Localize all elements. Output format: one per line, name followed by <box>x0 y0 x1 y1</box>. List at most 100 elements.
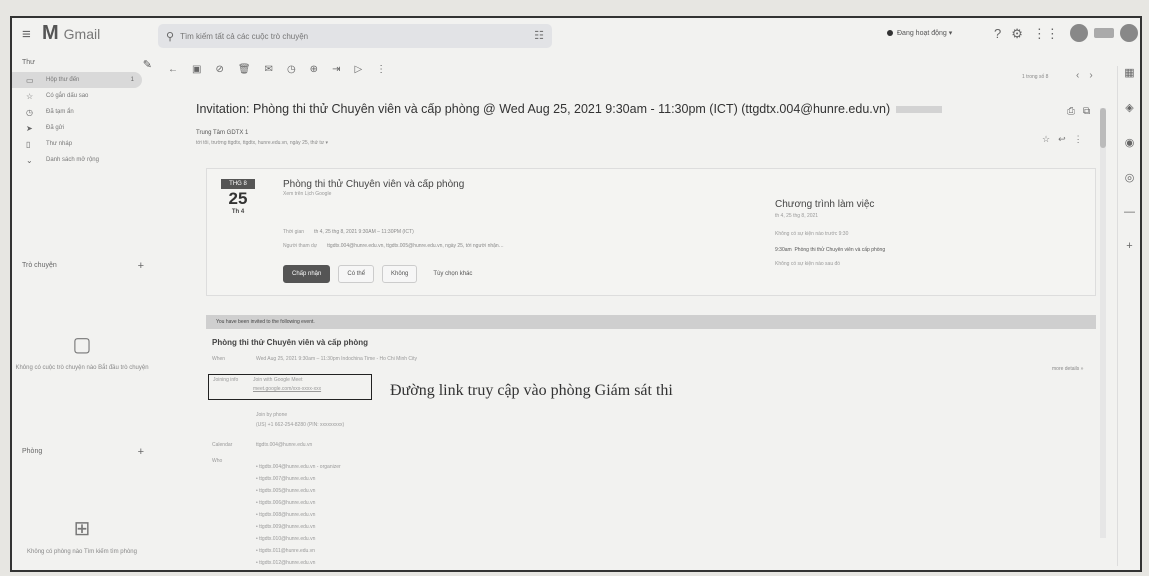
apps-icon[interactable]: ⋮⋮ <box>1033 26 1059 42</box>
draft-icon: ▯ <box>26 139 31 149</box>
guest-item[interactable]: • ttgdtx.006@hunre.edu.vn <box>256 500 315 506</box>
compose-icon[interactable]: ✎ <box>143 56 152 74</box>
rooms-section-header[interactable]: Phòng + <box>12 446 162 464</box>
guest-item[interactable]: • ttgdtx.007@hunre.edu.vn <box>256 476 315 482</box>
help-icon[interactable]: ? <box>994 26 1001 42</box>
calendar-icon[interactable]: ▦ <box>1118 66 1140 79</box>
scrollbar[interactable] <box>1100 108 1106 538</box>
tasks-icon[interactable]: ◉ <box>1118 136 1140 149</box>
guest-item[interactable]: • ttgdtx.009@hunre.edu.vn <box>256 524 315 530</box>
decline-button[interactable]: Không <box>382 265 418 283</box>
chat-section-header[interactable]: Trò chuyện + <box>12 260 162 278</box>
move-to-icon[interactable]: ⇥ <box>332 64 340 75</box>
recipients-line[interactable]: tới tôi, trường ttgdtx, ttgdtx, hunre.ed… <box>196 140 328 146</box>
inbox-label-badge[interactable] <box>896 106 943 114</box>
search-input[interactable] <box>180 31 521 41</box>
status-selector[interactable]: Đang hoạt động ▾ <box>887 29 952 37</box>
add-addon-icon[interactable]: + <box>1118 240 1140 252</box>
more-details-link[interactable]: more details » <box>1052 366 1083 372</box>
scrollbar-thumb[interactable] <box>1100 108 1106 148</box>
search-bar[interactable]: ⚲ ☷ <box>158 24 552 48</box>
header-icons: ? ⚙ ⋮⋮ <box>994 26 1059 42</box>
label-icon[interactable]: ▷ <box>354 64 362 75</box>
chat-section-label: Trò chuyện <box>22 262 57 269</box>
join-by-phone-label: Join by phone <box>256 412 288 418</box>
new-window-icon[interactable]: ⧉ <box>1083 106 1098 117</box>
more-options-button[interactable]: Tùy chọn khác <box>425 266 480 282</box>
divider-icon: — <box>1124 206 1135 218</box>
invitation-when: When Wed Aug 25, 2021 9:30am – 11:30pm I… <box>212 356 417 362</box>
sender-name[interactable]: Trung Tâm GDTX 1 <box>196 130 248 136</box>
gmail-window: ≡ M Gmail ⚲ ☷ Đang hoạt động ▾ ? ⚙ ⋮⋮ Th… <box>10 16 1142 572</box>
gmail-logo[interactable]: M Gmail <box>42 22 100 45</box>
archive-icon[interactable]: ▣ <box>192 64 201 75</box>
more-vert-icon[interactable]: ⋮ <box>1074 134 1091 144</box>
guests-label: Người tham dự <box>283 243 318 249</box>
account-avatar[interactable] <box>1070 24 1088 42</box>
reply-icon[interactable]: ↩ <box>1058 134 1074 144</box>
sidebar-item-starred[interactable]: ☆ Có gắn dấu sao <box>12 88 162 104</box>
sidebar-item-drafts[interactable]: ▯ Thư nháp <box>12 136 162 152</box>
date-badge-month: THG 8 <box>221 179 255 189</box>
side-panel-rail: ▦ ◈ ◉ ◎ — + <box>1117 66 1140 566</box>
settings-icon[interactable]: ⚙ <box>1011 26 1023 42</box>
mark-unread-icon[interactable]: ✉ <box>265 64 273 75</box>
phone-number[interactable]: (US) +1 662-254-8280 (PIN: xxxxxxxxx) <box>256 422 344 428</box>
rooms-section-label: Phòng <box>22 448 43 455</box>
guest-item[interactable]: • ttgdtx.010@hunre.edu.vn <box>256 536 315 542</box>
report-spam-icon[interactable]: ⊘ <box>215 64 223 75</box>
sidebar-item-snoozed[interactable]: ◷ Đã tạm ẩn <box>12 104 162 120</box>
star-icon: ☆ <box>26 91 34 101</box>
gmail-logo-mark: M <box>42 22 59 44</box>
guest-email: ttgdtx.011@hunre.edu.vn <box>259 548 315 554</box>
date-badge-day: 25 <box>228 189 248 208</box>
maybe-button[interactable]: Có thể <box>338 265 375 283</box>
add-room-icon[interactable]: + <box>138 446 144 458</box>
sidebar-item-label: Có gắn dấu sao <box>46 93 89 99</box>
meet-link[interactable]: meet.google.com/xxx-xxxx-xxx <box>209 385 371 394</box>
subject-actions: ⎙⧉ <box>1067 106 1098 117</box>
when-value: th 4, 25 thg 8, 2021 9:30AM – 11:30PM (I… <box>314 229 414 235</box>
agenda-event[interactable]: 9:30am Phòng thi thử Chuyên viên và cấp … <box>775 247 885 253</box>
snooze-icon[interactable]: ◷ <box>287 64 296 75</box>
search-options-icon[interactable]: ☷ <box>534 29 544 42</box>
when-label: Thời gian <box>283 229 305 235</box>
delete-icon[interactable]: 🗑 <box>238 64 251 75</box>
sidebar-item-more[interactable]: ⌄ Danh sách mở rộng <box>12 152 162 168</box>
menu-icon[interactable]: ≡ <box>22 26 31 43</box>
rooms-empty-text: Không có phòng nào Tìm kiếm tìm phòng <box>27 549 137 555</box>
pager-arrows[interactable]: ‹› <box>1076 70 1103 81</box>
invitation-who: Who <box>212 458 256 464</box>
add-chat-icon[interactable]: + <box>138 260 144 272</box>
rsvp-buttons: Chấp nhận Có thể Không Tùy chọn khác <box>283 265 480 283</box>
guest-item[interactable]: • ttgdtx.004@hunre.edu.vn - organizer <box>256 464 341 470</box>
print-icon[interactable]: ⎙ <box>1067 106 1083 117</box>
add-task-icon[interactable]: ⊕ <box>310 64 318 75</box>
back-arrow-icon[interactable]: ← <box>168 64 178 75</box>
guest-item[interactable]: • ttgdtx.008@hunre.edu.vn <box>256 512 315 518</box>
guest-item[interactable]: • ttgdtx.012@hunre.edu.vn <box>256 560 315 566</box>
inbox-count: 1 <box>130 77 134 83</box>
invitation-title[interactable]: Phòng thi thử Chuyên viên và cấp phòng <box>212 338 368 347</box>
subject-text: Invitation: Phòng thi thử Chuyên viên và… <box>196 102 891 116</box>
event-guests: Người tham dự ttgdtx.004@hunre.edu.vn, tt… <box>283 243 504 249</box>
view-in-calendar-link[interactable]: Xem trên Lịch Google <box>283 191 331 197</box>
profile-avatar[interactable] <box>1120 24 1138 42</box>
search-icon[interactable]: ⚲ <box>166 30 174 43</box>
guest-item[interactable]: • ttgdtx.005@hunre.edu.vn <box>256 488 315 494</box>
guest-email: ttgdtx.010@hunre.edu.vn <box>259 536 316 542</box>
sidebar-item-inbox[interactable]: ▭ Hộp thư đến 1 <box>12 72 142 88</box>
keep-icon[interactable]: ◈ <box>1118 101 1140 114</box>
agenda-after: Không có sự kiện nào sau đó <box>775 261 841 267</box>
mail-section-header[interactable]: Thư ✎ <box>12 54 162 72</box>
accept-button[interactable]: Chấp nhận <box>283 265 331 283</box>
chevron-down-icon: ⌄ <box>26 155 33 165</box>
meet-link-highlight-box: Joining info Join with Google Meet meet.… <box>208 374 372 400</box>
star-icon[interactable]: ☆ <box>1042 134 1058 144</box>
guest-email: ttgdtx.008@hunre.edu.vn <box>259 512 316 518</box>
guest-item[interactable]: • ttgdtx.011@hunre.edu.vn <box>256 548 315 554</box>
more-vert-icon[interactable]: ⋮ <box>376 64 386 75</box>
sidebar-item-sent[interactable]: ➤ Đã gửi <box>12 120 162 136</box>
contacts-icon[interactable]: ◎ <box>1118 171 1140 184</box>
guest-email: ttgdtx.005@hunre.edu.vn <box>259 488 316 494</box>
